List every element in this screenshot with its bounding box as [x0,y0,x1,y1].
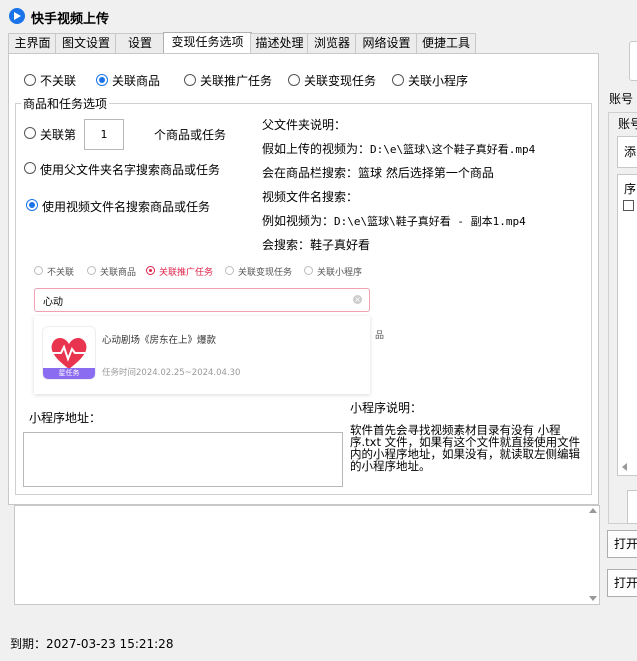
miniapp-address-input[interactable] [23,432,343,487]
radio-link-goods[interactable] [96,74,108,86]
radio-link-monetize[interactable] [288,74,300,86]
tab-tools[interactable]: 便捷工具 [416,33,476,53]
tab-main[interactable]: 主界面 [8,33,57,53]
open-button-1[interactable]: 打开 [607,530,637,558]
log-textarea[interactable] [14,505,600,605]
preview-dropdown-card: 星任务 心动剧场《房东在上》爆款 任务时间2024.02.25~2024.04.… [34,316,370,394]
window-title: 快手视频上传 [31,12,110,27]
radio-no-link-label: 不关联 [40,74,77,88]
tab-settings[interactable]: 设置 [115,33,165,53]
add-account-button[interactable]: 添 [617,136,637,168]
seq-column-header: 序 [624,182,637,196]
title-bar: 快手视频上传 [0,0,637,32]
open-button-2[interactable]: 打开 [607,569,637,597]
scroll-down-icon[interactable] [589,596,597,601]
tab-monetize-options[interactable]: 变现任务选项 [163,32,252,54]
preview-radio-miniapp [304,266,313,275]
radio-nth-goods-label: 关联第 [40,128,77,142]
right-small-button[interactable] [627,490,637,524]
radio-no-link[interactable] [24,74,36,86]
nth-goods-suffix: 个商品或任务 [154,128,227,142]
radio-folder-search-label: 使用父文件夹名字搜索商品或任务 [40,163,221,177]
miniapp-explain-text: 软件首先会寻找视频素材目录有没有 小程序.txt 文件，如果有这个文件就直接使用… [350,423,581,473]
preview-radio-no-link [34,266,43,275]
preview-label-promo: 关联推广任务 [159,268,214,278]
preview-clear-icon: × [353,295,362,304]
filename-explain-heading: 视频文件名搜索： [262,190,359,204]
nth-goods-input[interactable]: 1 [84,119,124,150]
tab-browser[interactable]: 浏览器 [307,33,357,53]
preview-card-time: 任务时间2024.02.25~2024.04.30 [102,368,241,378]
preview-label-monetize: 关联变现任务 [238,268,293,278]
radio-filename-search[interactable] [26,199,38,211]
miniapp-explain-heading: 小程序说明： [350,401,423,415]
radio-nth-goods[interactable] [24,127,36,139]
preview-label-no-link: 不关联 [47,268,75,278]
select-all-checkbox[interactable] [623,200,634,211]
radio-folder-search[interactable] [24,162,36,174]
tab-network[interactable]: 网络设置 [355,33,418,53]
radio-link-monetize-label: 关联变现任务 [304,74,377,88]
filename-explain-line1: 例如视频为：D:\e\篮球\鞋子真好看 - 副本1.mp4 [262,214,526,228]
tab-description[interactable]: 描述处理 [250,33,309,53]
app-logo-icon [9,8,25,24]
preview-radio-goods [87,266,96,275]
account-group-label: 账号 [609,92,634,106]
radio-link-promo-label: 关联推广任务 [200,74,273,88]
scroll-up-icon[interactable] [589,508,597,513]
account-panel: 账号 账号 添 序 打开 打开 [600,32,637,661]
expiry-text: 到期：2027-03-23 15:21:28 [10,637,174,651]
preview-radio-promo [146,266,155,275]
goods-task-group-title: 商品和任务选项 [21,95,110,112]
radio-filename-search-label: 使用视频文件名搜索商品或任务 [42,200,211,214]
top-right-button[interactable] [629,41,637,81]
folder-explain-line1: 假如上传的视频为：D:\e\篮球\这个鞋子真好看.mp4 [262,142,536,156]
folder-explain-line2: 会在商品栏搜索：篮球 然后选择第一个商品 [262,166,494,180]
preview-card-title: 心动剧场《房东在上》爆款 [102,335,217,346]
account-subgroup-label: 账号 [618,115,637,132]
preview-side-text: 品 [375,331,385,341]
preview-search-value: 心动 [43,297,63,308]
status-bar: 到期：2027-03-23 15:21:28 [0,628,600,656]
scroll-left-icon[interactable] [622,463,627,471]
filename-explain-line2: 会搜索：鞋子真好看 [262,238,371,252]
radio-link-goods-label: 关联商品 [112,74,161,88]
preview-heart-thumbnail: 星任务 [42,326,96,380]
preview-label-goods: 关联商品 [100,268,137,278]
preview-image: 不关联 关联商品 关联推广任务 关联变现任务 关联小程序 心动 × 星任务 心动… [18,252,384,394]
preview-radio-monetize [225,266,234,275]
radio-link-miniapp[interactable] [392,74,404,86]
preview-badge: 星任务 [43,368,95,379]
miniapp-address-label: 小程序地址： [29,411,102,425]
preview-search-box: 心动 × [34,288,370,312]
tab-image-settings[interactable]: 图文设置 [55,33,117,53]
folder-explain-heading: 父文件夹说明： [262,118,347,132]
radio-link-promo[interactable] [184,74,196,86]
radio-link-miniapp-label: 关联小程序 [408,74,469,88]
account-list[interactable]: 序 [617,174,637,476]
preview-label-miniapp: 关联小程序 [317,268,363,278]
